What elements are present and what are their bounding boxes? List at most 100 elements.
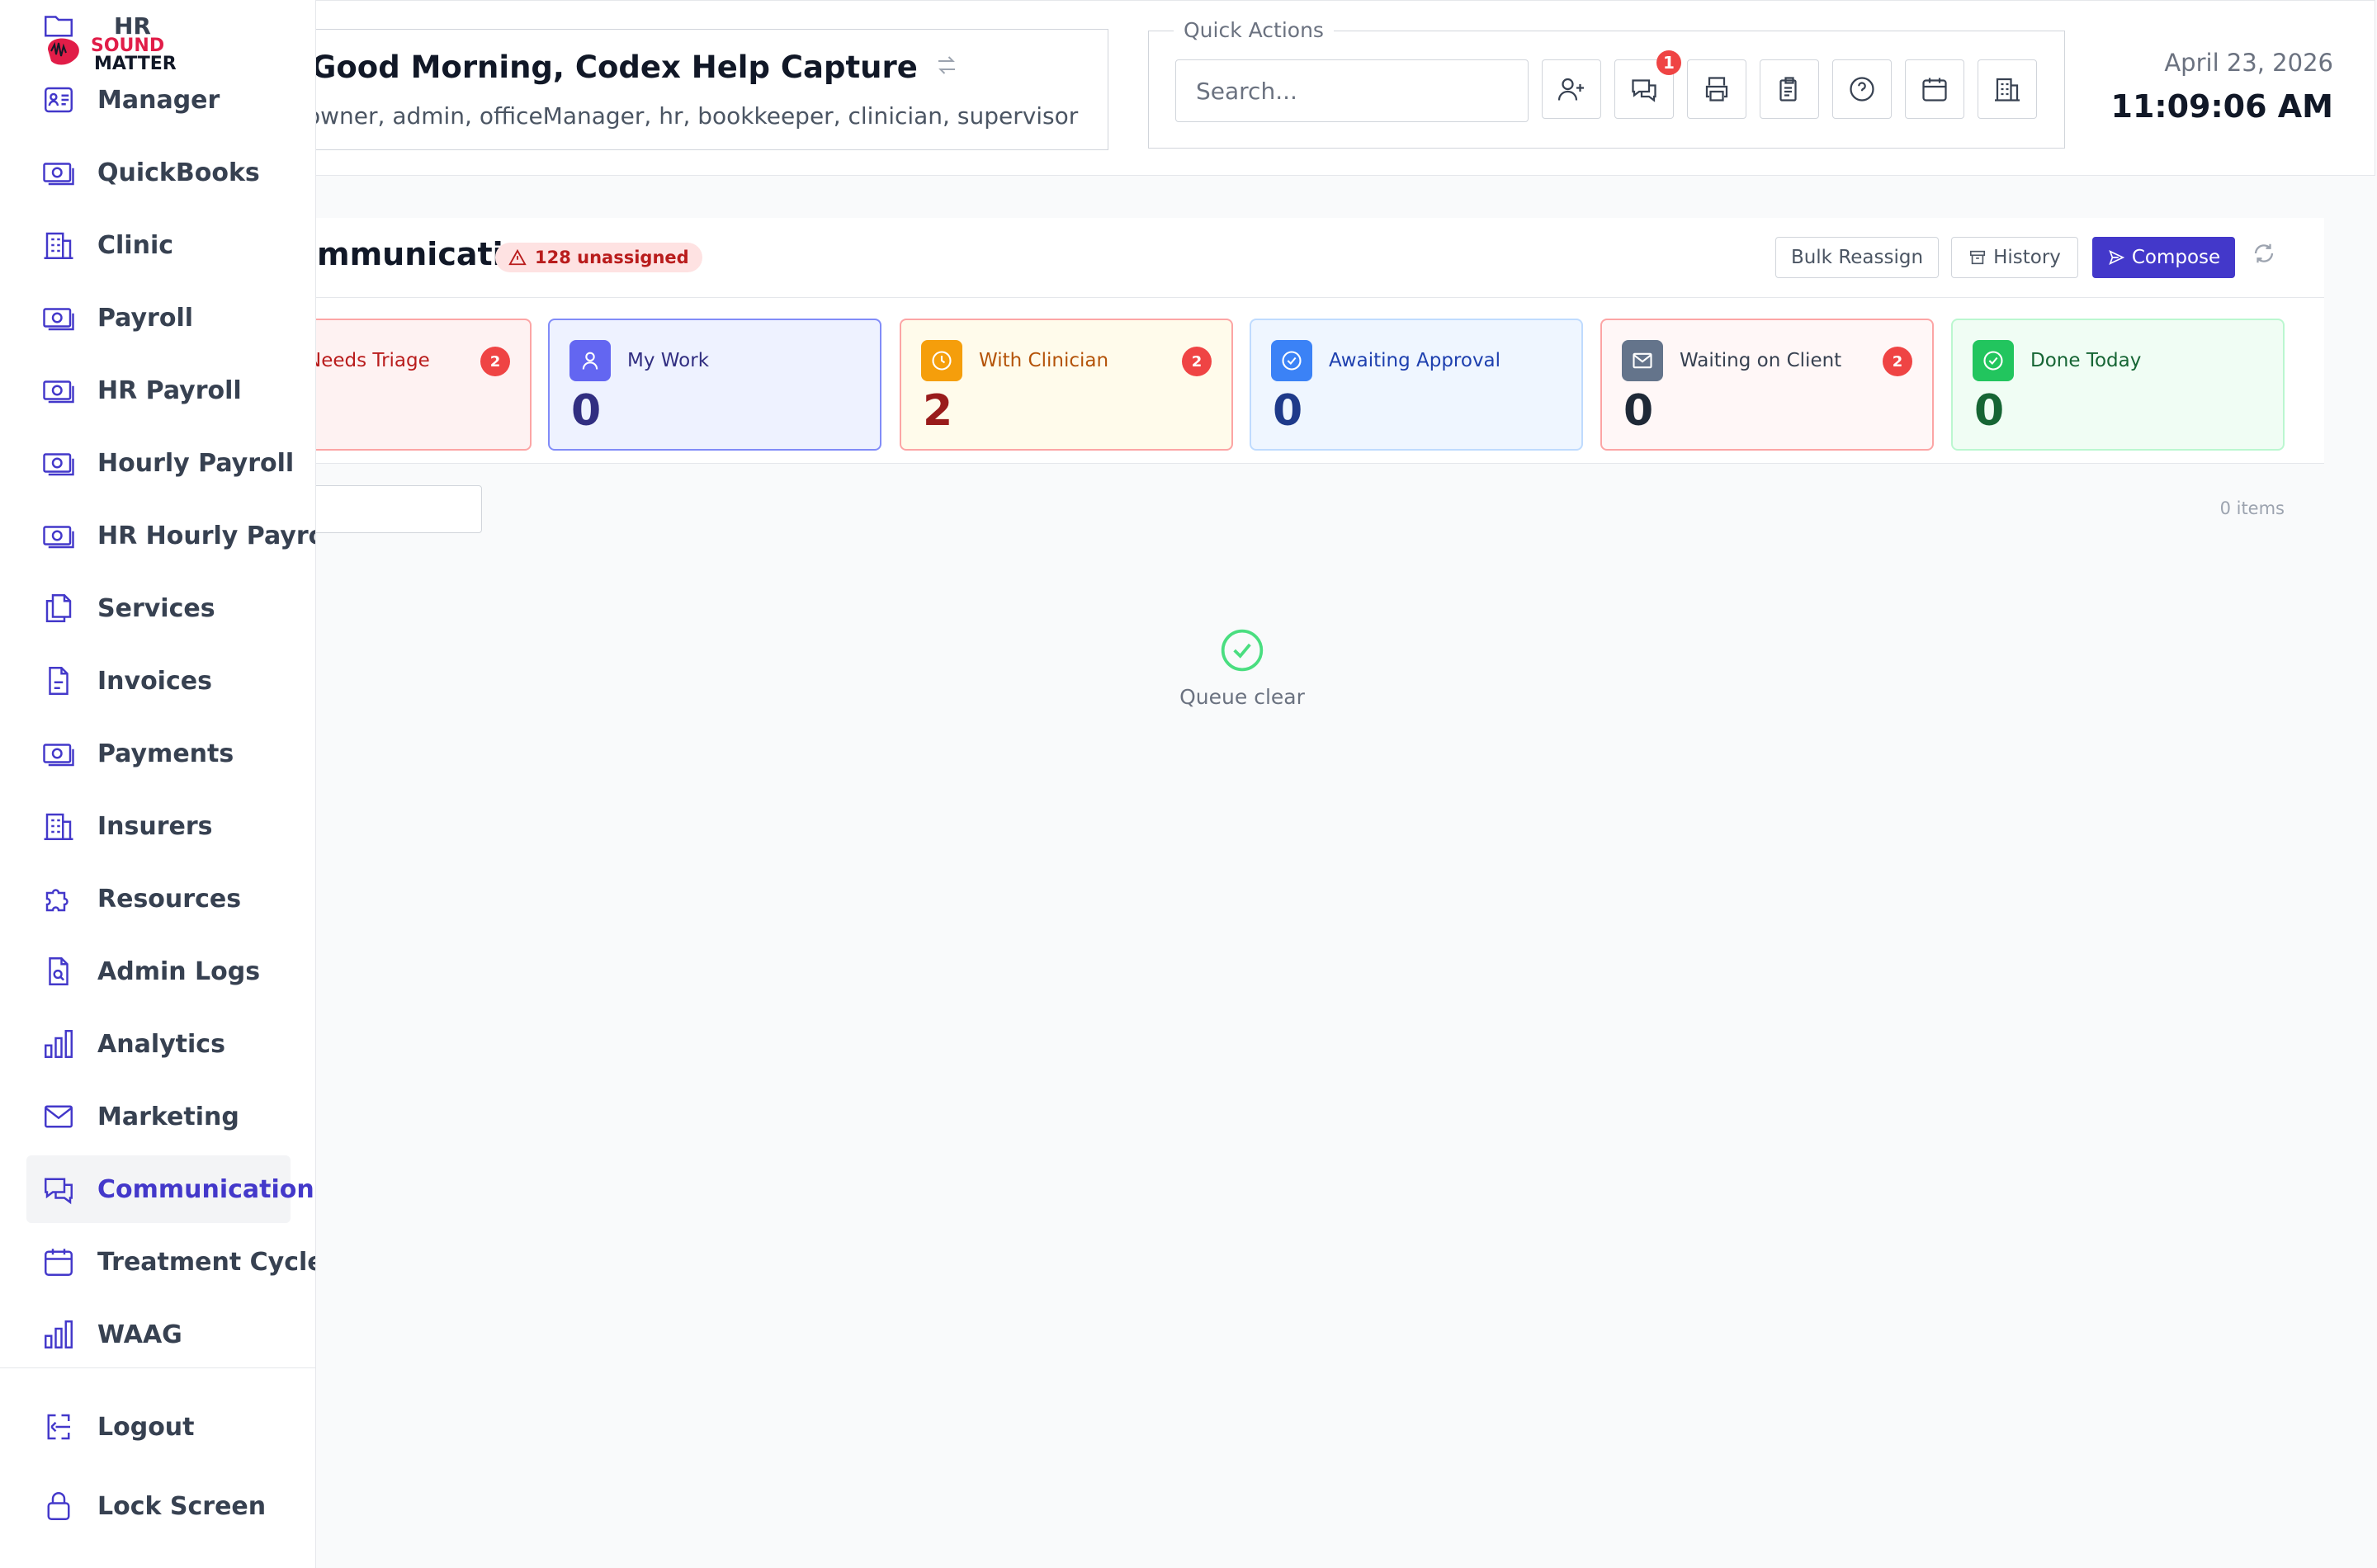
communications-panel: Communications 128 unassigned Bulk Reass… bbox=[0, 218, 2324, 464]
card-badge: 2 bbox=[1182, 347, 1212, 376]
unassigned-text: 128 unassigned bbox=[535, 248, 689, 267]
panel-header: Communications 128 unassigned Bulk Reass… bbox=[0, 218, 2324, 298]
id-card-icon bbox=[40, 81, 78, 119]
files-icon bbox=[40, 589, 78, 627]
lock-icon bbox=[40, 1487, 78, 1525]
folder-icon bbox=[40, 7, 78, 45]
card-count: 0 bbox=[1623, 386, 1654, 436]
bulk-reassign-button[interactable]: Bulk Reassign bbox=[1775, 237, 1939, 278]
card-done-today[interactable]: Done Today 0 bbox=[1951, 319, 2285, 451]
archive-icon bbox=[1970, 250, 1986, 265]
printer-icon bbox=[1705, 77, 1728, 102]
sidebar-item-label: Services bbox=[97, 593, 215, 623]
sidebar-item-label: HR Hourly Payroll bbox=[97, 521, 315, 550]
help-button[interactable] bbox=[1832, 59, 1892, 119]
sidebar-item-admin-logs[interactable]: Admin Logs bbox=[26, 937, 291, 1005]
messages-button[interactable]: 1 bbox=[1614, 50, 1681, 119]
sidebar-item-hr-hourly-payroll[interactable]: HR Hourly Payroll bbox=[26, 502, 315, 569]
clipboard-button[interactable] bbox=[1760, 59, 1819, 119]
card-waiting-on-client[interactable]: Waiting on Client 0 2 bbox=[1600, 319, 1934, 451]
check-badge-icon bbox=[1271, 340, 1312, 381]
sidebar-item-marketing[interactable]: Marketing bbox=[26, 1083, 291, 1150]
unassigned-badge[interactable]: 128 unassigned bbox=[495, 243, 702, 272]
card-badge: 2 bbox=[1883, 347, 1912, 376]
quick-actions-label: Quick Actions bbox=[1174, 18, 1334, 42]
card-label: My Work bbox=[627, 350, 710, 371]
card-count: 0 bbox=[571, 386, 602, 436]
greeting-box: Good Morning, Codex Help Capture owner, … bbox=[297, 29, 1108, 150]
lock-screen-button[interactable]: Lock Screen bbox=[26, 1472, 291, 1540]
clinic-button[interactable] bbox=[1978, 59, 2037, 119]
sidebar-item-label: Treatment Cycles bbox=[97, 1247, 316, 1277]
file-search-icon bbox=[40, 952, 78, 990]
print-button[interactable] bbox=[1687, 59, 1746, 119]
lock-screen-label: Lock Screen bbox=[97, 1491, 267, 1521]
sidebar-item-communications[interactable]: Communications bbox=[26, 1155, 315, 1223]
building-icon bbox=[40, 226, 78, 264]
sidebar-item-label: Clinic bbox=[97, 230, 174, 260]
sidebar-item-clinic[interactable]: Clinic bbox=[26, 211, 291, 279]
send-icon bbox=[2109, 250, 2125, 265]
sidebar-item-label: Invoices bbox=[97, 666, 212, 696]
money-icon bbox=[40, 517, 78, 555]
sidebar-item-waag[interactable]: WAAG bbox=[26, 1301, 291, 1368]
sidebar-item-analytics[interactable]: Analytics bbox=[26, 1010, 291, 1078]
add-user-button[interactable] bbox=[1542, 59, 1601, 119]
messages-badge: 1 bbox=[1656, 50, 1681, 75]
clipboard-icon bbox=[1779, 77, 1797, 102]
sidebar-item-invoices[interactable]: Invoices bbox=[26, 647, 291, 715]
swap-icon[interactable] bbox=[934, 50, 959, 85]
building-icon bbox=[40, 807, 78, 845]
sidebar-item-label: Insurers bbox=[97, 811, 213, 841]
history-button[interactable]: History bbox=[1951, 237, 2078, 278]
sidebar-item-quickbooks[interactable]: QuickBooks bbox=[26, 139, 291, 206]
sidebar-item-hourly-payroll[interactable]: Hourly Payroll bbox=[26, 429, 294, 497]
sidebar-item-label: Marketing bbox=[97, 1102, 239, 1131]
calendar-button[interactable] bbox=[1905, 59, 1964, 119]
compose-button[interactable]: Compose bbox=[2092, 237, 2235, 278]
mail-icon bbox=[1622, 340, 1663, 381]
history-label: History bbox=[1993, 247, 2061, 268]
document-icon bbox=[40, 662, 78, 700]
chat-icon bbox=[40, 1170, 78, 1208]
money-icon bbox=[40, 153, 78, 191]
bar-chart-icon bbox=[40, 1025, 78, 1063]
money-icon bbox=[40, 371, 78, 409]
sidebar-item-resources[interactable]: Resources bbox=[26, 865, 291, 933]
greeting-text: Good Morning, Codex Help Capture bbox=[311, 50, 918, 85]
refresh-icon[interactable] bbox=[2252, 241, 2276, 269]
compose-label: Compose bbox=[2131, 247, 2221, 268]
check-circle-icon bbox=[1973, 340, 2014, 381]
top-header: Good Morning, Codex Help Capture owner, … bbox=[0, 0, 2375, 176]
card-with-clinician[interactable]: With Clinician 2 2 bbox=[900, 319, 1233, 451]
help-icon bbox=[1850, 77, 1874, 102]
card-count: 0 bbox=[1273, 386, 1303, 436]
sidebar-item-hr-payroll[interactable]: HR Payroll bbox=[26, 357, 291, 424]
sidebar-item-manager[interactable]: Manager bbox=[26, 66, 291, 134]
sidebar-item-hr[interactable]: HR bbox=[26, 0, 291, 59]
money-icon bbox=[40, 734, 78, 772]
user-roles: owner, admin, officeManager, hr, bookkee… bbox=[306, 102, 1079, 130]
search-input[interactable] bbox=[1175, 59, 1529, 122]
card-awaiting-approval[interactable]: Awaiting Approval 0 bbox=[1250, 319, 1583, 451]
sidebar-item-treatment-cycles[interactable]: Treatment Cycles bbox=[26, 1228, 315, 1296]
logout-icon bbox=[40, 1408, 78, 1446]
sidebar-item-payments[interactable]: Payments bbox=[26, 720, 291, 787]
sidebar-item-label: HR bbox=[114, 12, 151, 40]
sidebar-item-services[interactable]: Services bbox=[26, 574, 291, 642]
check-circle-icon bbox=[1219, 627, 1265, 673]
money-icon bbox=[40, 299, 78, 337]
sidebar-item-payroll[interactable]: Payroll bbox=[26, 284, 291, 352]
sidebar-item-label: QuickBooks bbox=[97, 158, 260, 187]
money-icon bbox=[40, 444, 78, 482]
sidebar-item-insurers[interactable]: Insurers bbox=[26, 792, 291, 860]
add-user-icon bbox=[1557, 78, 1584, 101]
chat-icon bbox=[1632, 79, 1656, 102]
bar-chart-icon bbox=[40, 1315, 78, 1353]
items-count: 0 items bbox=[2219, 498, 2285, 518]
card-label: Waiting on Client bbox=[1680, 350, 1842, 371]
empty-state-text: Queue clear bbox=[1179, 685, 1305, 709]
quick-actions-panel: Quick Actions 1 bbox=[1148, 18, 2065, 149]
logout-button[interactable]: Logout bbox=[26, 1393, 291, 1461]
card-my-work[interactable]: My Work 0 bbox=[548, 319, 881, 451]
